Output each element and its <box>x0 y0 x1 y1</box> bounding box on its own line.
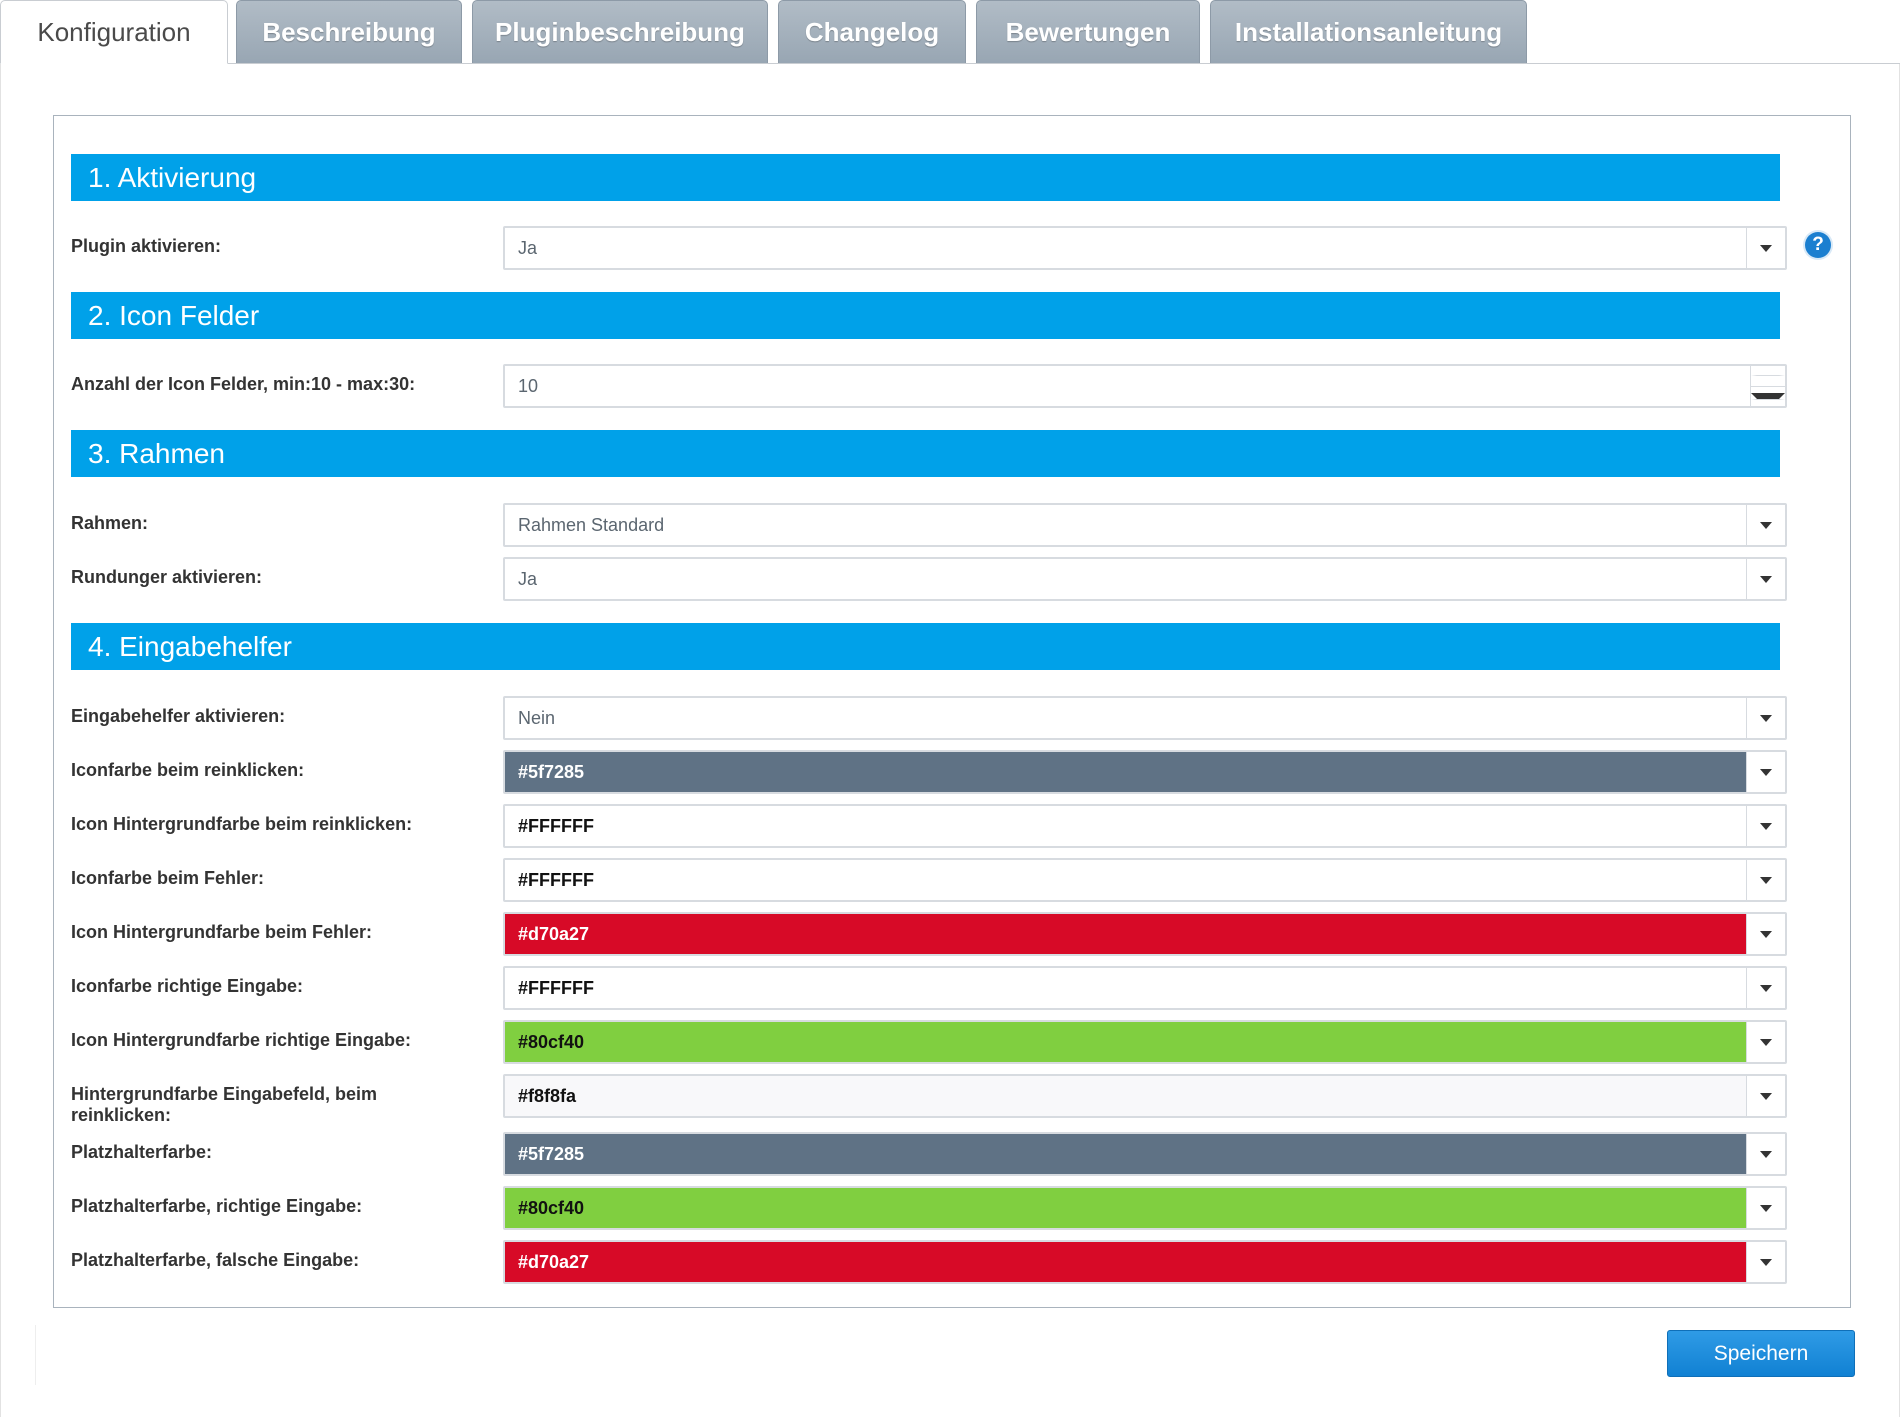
bg-eingabefeld-label: Hintergrundfarbe Eingabefeld, beim reink… <box>71 1084 378 1125</box>
iconfarbe-fehler-value: #FFFFFF <box>505 860 1747 900</box>
footer-divider <box>35 1325 36 1385</box>
chevron-down-icon[interactable] <box>1746 806 1785 846</box>
anzahl-icon-felder-label: Anzahl der Icon Felder, min:10 - max:30: <box>71 374 416 394</box>
stepper-buttons <box>1750 366 1785 406</box>
section-rahmen: 3. Rahmen <box>71 430 1780 477</box>
platzhalterfarbe-value: #5f7285 <box>505 1134 1747 1174</box>
icon-bg-richtig-label: Icon Hintergrundfarbe richtige Eingabe: <box>71 1030 412 1050</box>
tab-pluginbeschreibung[interactable]: Pluginbeschreibung <box>472 0 768 63</box>
icon-bg-fehler-value: #d70a27 <box>505 914 1747 954</box>
tab-changelog[interactable]: Changelog <box>778 0 966 63</box>
rahmen-select[interactable]: Rahmen Standard <box>503 503 1787 547</box>
iconfarbe-reinklicken-label: Iconfarbe beim reinklicken: <box>71 760 305 780</box>
iconfarbe-reinklicken-value: #5f7285 <box>505 752 1747 792</box>
section-eingabehelfer: 4. Eingabehelfer <box>71 623 1780 670</box>
eingabehelfer-aktivieren-value: Nein <box>518 707 556 728</box>
icon-bg-fehler-label: Icon Hintergrundfarbe beim Fehler: <box>71 922 373 942</box>
platzhalter-falsch-label: Platzhalterfarbe, falsche Eingabe: <box>71 1250 360 1270</box>
question-mark-icon[interactable]: ? <box>1805 232 1831 258</box>
chevron-down-icon[interactable] <box>1746 752 1785 792</box>
tab-beschreibung[interactable]: Beschreibung <box>236 0 462 63</box>
stepper-down-icon[interactable] <box>1751 387 1785 407</box>
plugin-aktivieren-label: Plugin aktivieren: <box>71 236 222 256</box>
anzahl-icon-felder-value: 10 <box>518 375 539 396</box>
platzhalter-falsch-picker[interactable]: #d70a27 <box>503 1240 1787 1284</box>
platzhalterfarbe-label: Platzhalterfarbe: <box>71 1142 213 1162</box>
chevron-down-icon[interactable] <box>1746 228 1785 268</box>
platzhalter-richtig-value: #80cf40 <box>505 1188 1747 1228</box>
icon-bg-reinklicken-value: #FFFFFF <box>505 806 1747 846</box>
rundungen-label: Rundunger aktivieren: <box>71 567 263 587</box>
chevron-down-icon[interactable] <box>1746 914 1785 954</box>
icon-bg-fehler-picker[interactable]: #d70a27 <box>503 912 1787 956</box>
platzhalter-richtig-picker[interactable]: #80cf40 <box>503 1186 1787 1230</box>
chevron-down-icon[interactable] <box>1746 1134 1785 1174</box>
icon-bg-richtig-value: #80cf40 <box>505 1022 1747 1062</box>
bg-eingabefeld-value: #f8f8fa <box>505 1076 1747 1116</box>
icon-bg-richtig-picker[interactable]: #80cf40 <box>503 1020 1787 1064</box>
chevron-down-icon[interactable] <box>1746 559 1785 599</box>
bg-eingabefeld-picker[interactable]: #f8f8fa <box>503 1074 1787 1118</box>
rundungen-value: Ja <box>518 568 538 589</box>
eingabehelfer-aktivieren-select[interactable]: Nein <box>503 696 1787 740</box>
icon-bg-reinklicken-label: Icon Hintergrundfarbe beim reinklicken: <box>71 814 413 834</box>
iconfarbe-richtig-picker[interactable]: #FFFFFF <box>503 966 1787 1010</box>
eingabehelfer-aktivieren-label: Eingabehelfer aktivieren: <box>71 706 286 726</box>
stepper-up-icon[interactable] <box>1751 366 1785 387</box>
platzhalter-falsch-value: #d70a27 <box>505 1242 1747 1282</box>
frame-border-left <box>0 64 1 1417</box>
iconfarbe-fehler-picker[interactable]: #FFFFFF <box>503 858 1787 902</box>
tab-konfiguration[interactable]: Konfiguration <box>0 0 228 64</box>
chevron-down-icon[interactable] <box>1746 860 1785 900</box>
iconfarbe-reinklicken-picker[interactable]: #5f7285 <box>503 750 1787 794</box>
chevron-down-icon[interactable] <box>1746 1022 1785 1062</box>
rahmen-value: Rahmen Standard <box>518 514 665 535</box>
chevron-down-icon[interactable] <box>1746 1076 1785 1116</box>
chevron-down-icon[interactable] <box>1746 1188 1785 1228</box>
chevron-down-icon[interactable] <box>1746 1242 1785 1282</box>
iconfarbe-fehler-label: Iconfarbe beim Fehler: <box>71 868 265 888</box>
section-icon-felder: 2. Icon Felder <box>71 292 1780 339</box>
tab-bewertungen[interactable]: Bewertungen <box>976 0 1200 63</box>
tab-installationsanleitung[interactable]: Installationsanleitung <box>1210 0 1527 63</box>
plugin-aktivieren-value: Ja <box>518 237 538 258</box>
rahmen-label: Rahmen: <box>71 513 149 533</box>
save-button[interactable]: Speichern <box>1667 1330 1855 1377</box>
iconfarbe-richtig-value: #FFFFFF <box>505 968 1747 1008</box>
anzahl-icon-felder-stepper[interactable]: 10 <box>503 364 1787 408</box>
rundungen-select[interactable]: Ja <box>503 557 1787 601</box>
chevron-down-icon[interactable] <box>1746 698 1785 738</box>
chevron-down-icon[interactable] <box>1746 968 1785 1008</box>
chevron-down-icon[interactable] <box>1746 505 1785 545</box>
section-aktivierung: 1. Aktivierung <box>71 154 1780 201</box>
plugin-aktivieren-select[interactable]: Ja <box>503 226 1787 270</box>
platzhalterfarbe-picker[interactable]: #5f7285 <box>503 1132 1787 1176</box>
iconfarbe-richtig-label: Iconfarbe richtige Eingabe: <box>71 976 304 996</box>
icon-bg-reinklicken-picker[interactable]: #FFFFFF <box>503 804 1787 848</box>
platzhalter-richtig-label: Platzhalterfarbe, richtige Eingabe: <box>71 1196 363 1216</box>
tab-bar: Konfiguration Beschreibung Pluginbeschre… <box>0 0 1900 64</box>
